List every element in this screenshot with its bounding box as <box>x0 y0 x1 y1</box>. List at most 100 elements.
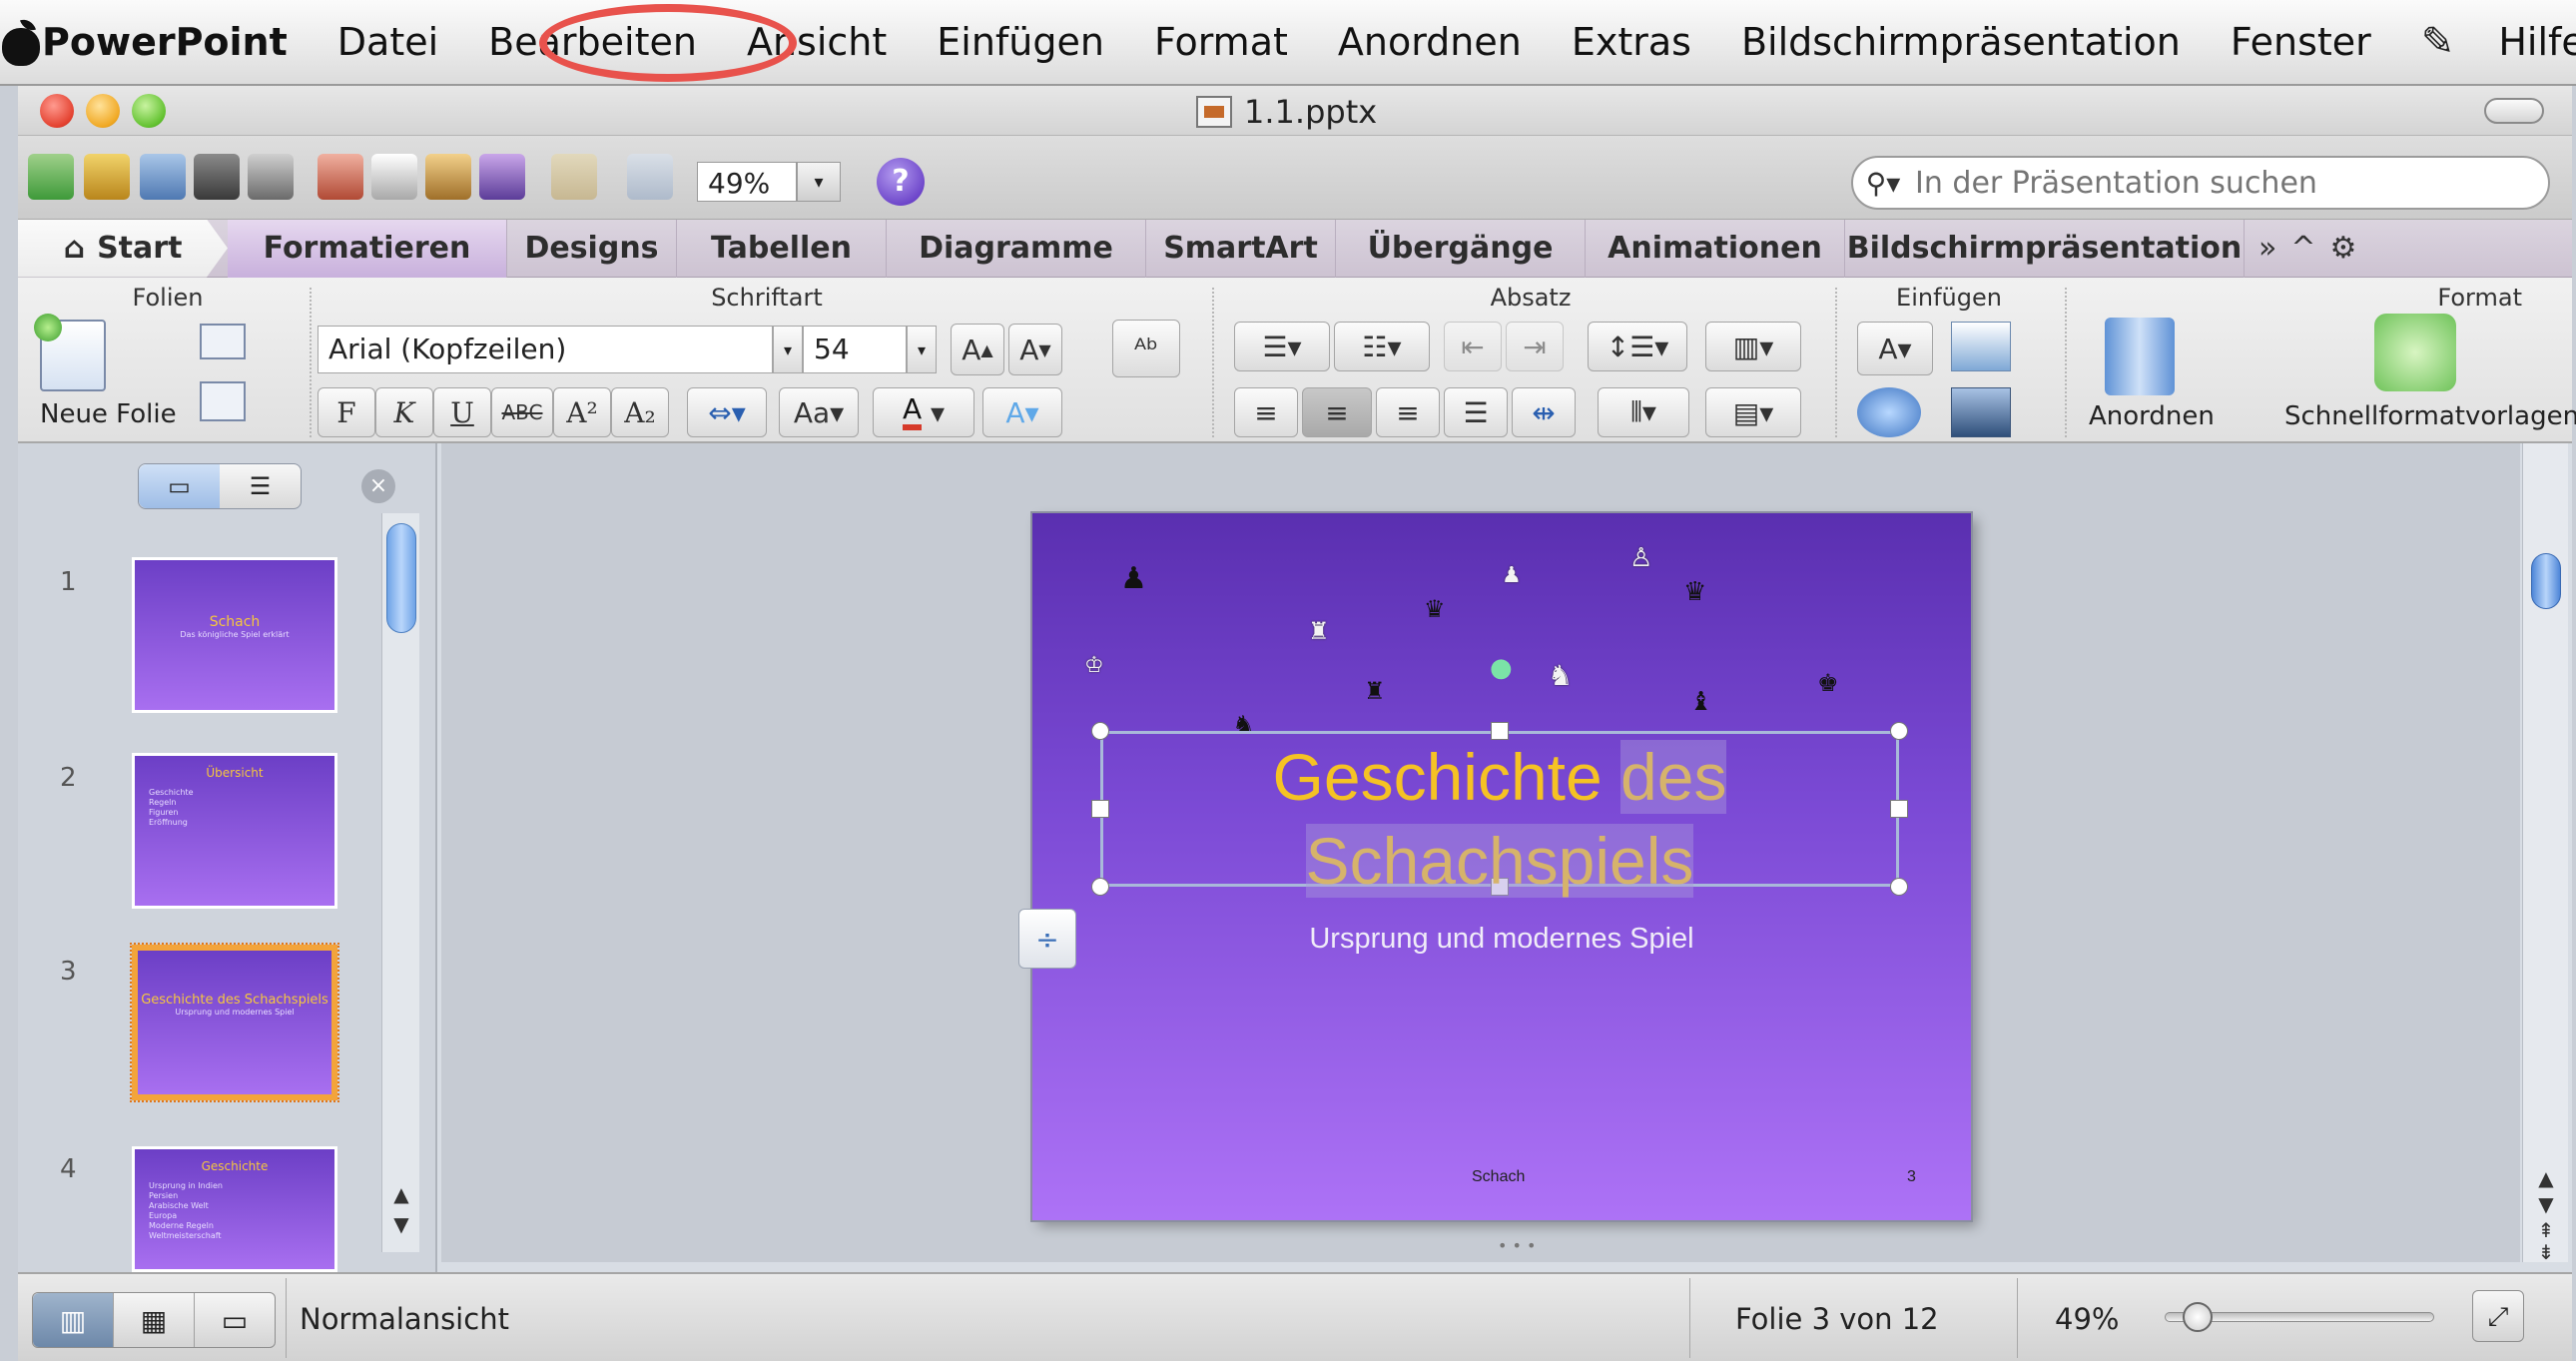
script-menu-icon[interactable]: ✎ <box>2421 19 2455 65</box>
arrange-label[interactable]: Anordnen <box>2089 401 2215 431</box>
menu-format[interactable]: Format <box>1154 20 1288 64</box>
slide-thumbnail-4[interactable]: Geschichte Ursprung in Indien Persien Ar… <box>132 1146 337 1272</box>
strikethrough-button[interactable]: ABC <box>491 387 553 437</box>
sorter-view-icon[interactable]: ▦ <box>114 1293 195 1347</box>
minimize-window-button[interactable] <box>86 94 120 128</box>
media-icon[interactable] <box>1951 387 2011 437</box>
previous-slide-icon[interactable]: ⇞ <box>2531 1218 2561 1242</box>
columns-icon[interactable]: ▥▾ <box>1705 322 1801 371</box>
subscript-button[interactable]: A₂ <box>611 387 669 437</box>
open-icon[interactable] <box>140 154 186 200</box>
scroll-up-arrow-icon[interactable]: ▲ <box>2531 1166 2561 1190</box>
line-spacing-icon[interactable]: ↕☰▾ <box>1588 322 1687 371</box>
menu-extras[interactable]: Extras <box>1572 20 1691 64</box>
text-direction-icon[interactable]: ⫴▾ <box>1598 387 1689 437</box>
character-spacing-icon[interactable]: ⇔▾ <box>687 387 767 437</box>
panel-view-toggle[interactable]: ▭ ☰ <box>138 463 302 509</box>
underline-button[interactable]: U <box>433 387 491 437</box>
gallery-icon[interactable] <box>84 154 130 200</box>
format-painter-icon[interactable] <box>479 154 525 200</box>
new-presentation-icon[interactable] <box>28 154 74 200</box>
search-input[interactable] <box>1913 164 2512 202</box>
scroll-down-arrow-icon[interactable]: ▼ <box>2531 1192 2561 1216</box>
splitter-grip-icon[interactable]: • • • <box>1498 1236 1536 1255</box>
menu-datei[interactable]: Datei <box>337 20 438 64</box>
next-slide-icon[interactable]: ⇟ <box>2531 1240 2561 1264</box>
scroll-up-arrow-icon[interactable]: ▲ <box>386 1182 416 1206</box>
tab-smartart[interactable]: SmartArt <box>1146 219 1336 278</box>
menu-einfuegen[interactable]: Einfügen <box>937 20 1104 64</box>
save-icon[interactable] <box>194 154 240 200</box>
zoom-slider-knob[interactable] <box>2183 1302 2213 1332</box>
tab-formatieren[interactable]: Formatieren <box>228 219 507 278</box>
align-left-icon[interactable]: ≡ <box>1234 387 1298 437</box>
slide-page-number[interactable]: 3 <box>1907 1168 1916 1186</box>
menu-hilfe[interactable]: Hilfe <box>2498 20 2576 64</box>
menu-bearbeiten[interactable]: Bearbeiten <box>488 20 697 64</box>
slides-panel-scroll-thumb[interactable] <box>386 523 416 633</box>
font-name-dropdown[interactable]: ▾ <box>773 326 803 373</box>
font-size-dropdown[interactable]: ▾ <box>907 326 937 373</box>
quick-styles-label[interactable]: Schnellformatvorlagen <box>2284 401 2576 431</box>
grow-font-button[interactable]: A ▲ <box>951 324 1004 375</box>
zoom-input[interactable]: 49% <box>697 162 797 202</box>
current-slide[interactable]: ♟ ♜ ♛ ♟ ♙ ♛ ♔ ♜ ● ♞ ♞ ♝ ♚ Geschichte des <box>1032 513 1971 1220</box>
autofit-options-icon[interactable]: ÷ <box>1018 909 1076 969</box>
bold-button[interactable]: F <box>318 387 375 437</box>
shrink-font-button[interactable]: A ▼ <box>1008 324 1062 375</box>
align-right-icon[interactable]: ≡ <box>1376 387 1440 437</box>
slideshow-view-icon[interactable]: ▭ <box>195 1293 275 1347</box>
slide-title[interactable]: Geschichte des Schachspiels <box>1100 735 1899 903</box>
arrange-icon[interactable] <box>2105 318 2175 395</box>
font-color-button[interactable]: A ▾ <box>873 387 974 437</box>
new-slide-label[interactable]: Neue Folie <box>40 399 177 429</box>
canvas-scrollbar[interactable]: ▲ ▼ ⇞ ⇟ <box>2522 443 2568 1264</box>
cut-icon[interactable] <box>318 154 363 200</box>
normal-view-icon[interactable]: ▥ <box>33 1293 114 1347</box>
menu-app-powerpoint[interactable]: PowerPoint <box>42 20 288 64</box>
menu-ansicht[interactable]: Ansicht <box>747 20 887 64</box>
close-panel-icon[interactable]: × <box>361 469 395 503</box>
align-text-icon[interactable]: ▤▾ <box>1705 387 1801 437</box>
menu-anordnen[interactable]: Anordnen <box>1338 20 1522 64</box>
tab-tabellen[interactable]: Tabellen <box>677 219 887 278</box>
spelling-icon[interactable]: ᴬᵇ <box>1112 320 1180 377</box>
ribbon-settings-icon[interactable]: ⚙ <box>2330 231 2357 266</box>
zoom-dropdown-button[interactable]: ▾ <box>797 162 841 202</box>
italic-button[interactable]: K <box>375 387 433 437</box>
search-icon[interactable]: ⚲▾ <box>1853 156 1913 210</box>
picture-icon[interactable] <box>1951 322 2011 371</box>
toolbar-toggle-button[interactable] <box>2484 98 2544 124</box>
redo-icon[interactable] <box>627 154 673 200</box>
font-name-field[interactable]: Arial (Kopfzeilen) <box>318 326 773 373</box>
tab-animationen[interactable]: Animationen <box>1586 219 1845 278</box>
bullets-icon[interactable]: ☰▾ <box>1234 322 1330 371</box>
zoom-window-button[interactable] <box>132 94 166 128</box>
tab-designs[interactable]: Designs <box>507 219 677 278</box>
text-box-icon[interactable]: A▾ <box>1857 322 1933 375</box>
quick-styles-icon[interactable] <box>2374 314 2456 391</box>
section-icon[interactable] <box>200 381 246 421</box>
slides-view-icon[interactable]: ▭ <box>139 464 220 508</box>
apple-menu-icon[interactable] <box>0 0 42 85</box>
slides-panel-scrollbar[interactable]: ▲ ▼ <box>381 513 419 1252</box>
canvas-scroll-thumb[interactable] <box>2531 553 2561 609</box>
tab-bildschirmpraesentation[interactable]: Bildschirmpräsentation <box>1845 219 2245 278</box>
change-case-icon[interactable]: Aa▾ <box>779 387 859 437</box>
slide-footer[interactable]: Schach <box>1472 1168 1525 1186</box>
tab-uebergaenge[interactable]: Übergänge <box>1336 219 1586 278</box>
increase-indent-icon[interactable]: ⇥ <box>1506 322 1564 371</box>
justify-icon[interactable]: ☰ <box>1444 387 1508 437</box>
layout-icon[interactable] <box>200 324 246 359</box>
view-switcher[interactable]: ▥ ▦ ▭ <box>32 1292 276 1348</box>
menu-bildschirmpraesentation[interactable]: Bildschirmpräsentation <box>1741 20 2181 64</box>
search-box[interactable]: ⚲▾ <box>1851 156 2550 210</box>
undo-icon[interactable] <box>551 154 597 200</box>
outline-view-icon[interactable]: ☰ <box>220 464 301 508</box>
text-effects-icon[interactable]: A▾ <box>982 387 1062 437</box>
slide-subtitle[interactable]: Ursprung und modernes Spiel <box>1032 923 1971 956</box>
fit-to-window-icon[interactable]: ⤢ <box>2472 1290 2524 1342</box>
collapse-ribbon-icon[interactable]: ^ <box>2290 231 2315 266</box>
superscript-button[interactable]: A² <box>553 387 611 437</box>
decrease-indent-icon[interactable]: ⇤ <box>1444 322 1502 371</box>
